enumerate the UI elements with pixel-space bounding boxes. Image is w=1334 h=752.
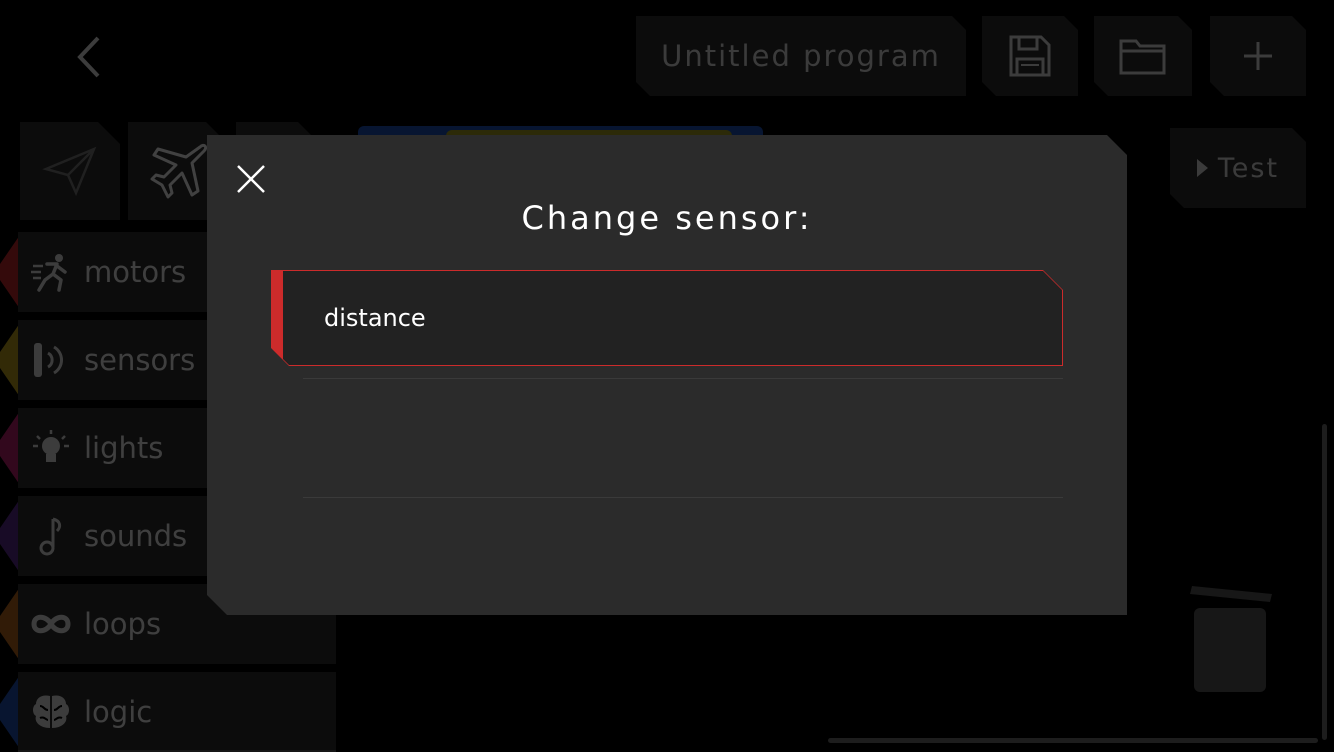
change-sensor-dialog: Change sensor: distance [207, 135, 1127, 615]
close-icon [235, 163, 267, 195]
sensor-option-distance[interactable]: distance [271, 270, 1063, 366]
option-label: distance [324, 304, 426, 332]
dialog-title: Change sensor: [521, 199, 813, 237]
close-button[interactable] [235, 163, 267, 195]
list-divider [303, 497, 1063, 498]
list-divider [303, 378, 1063, 379]
